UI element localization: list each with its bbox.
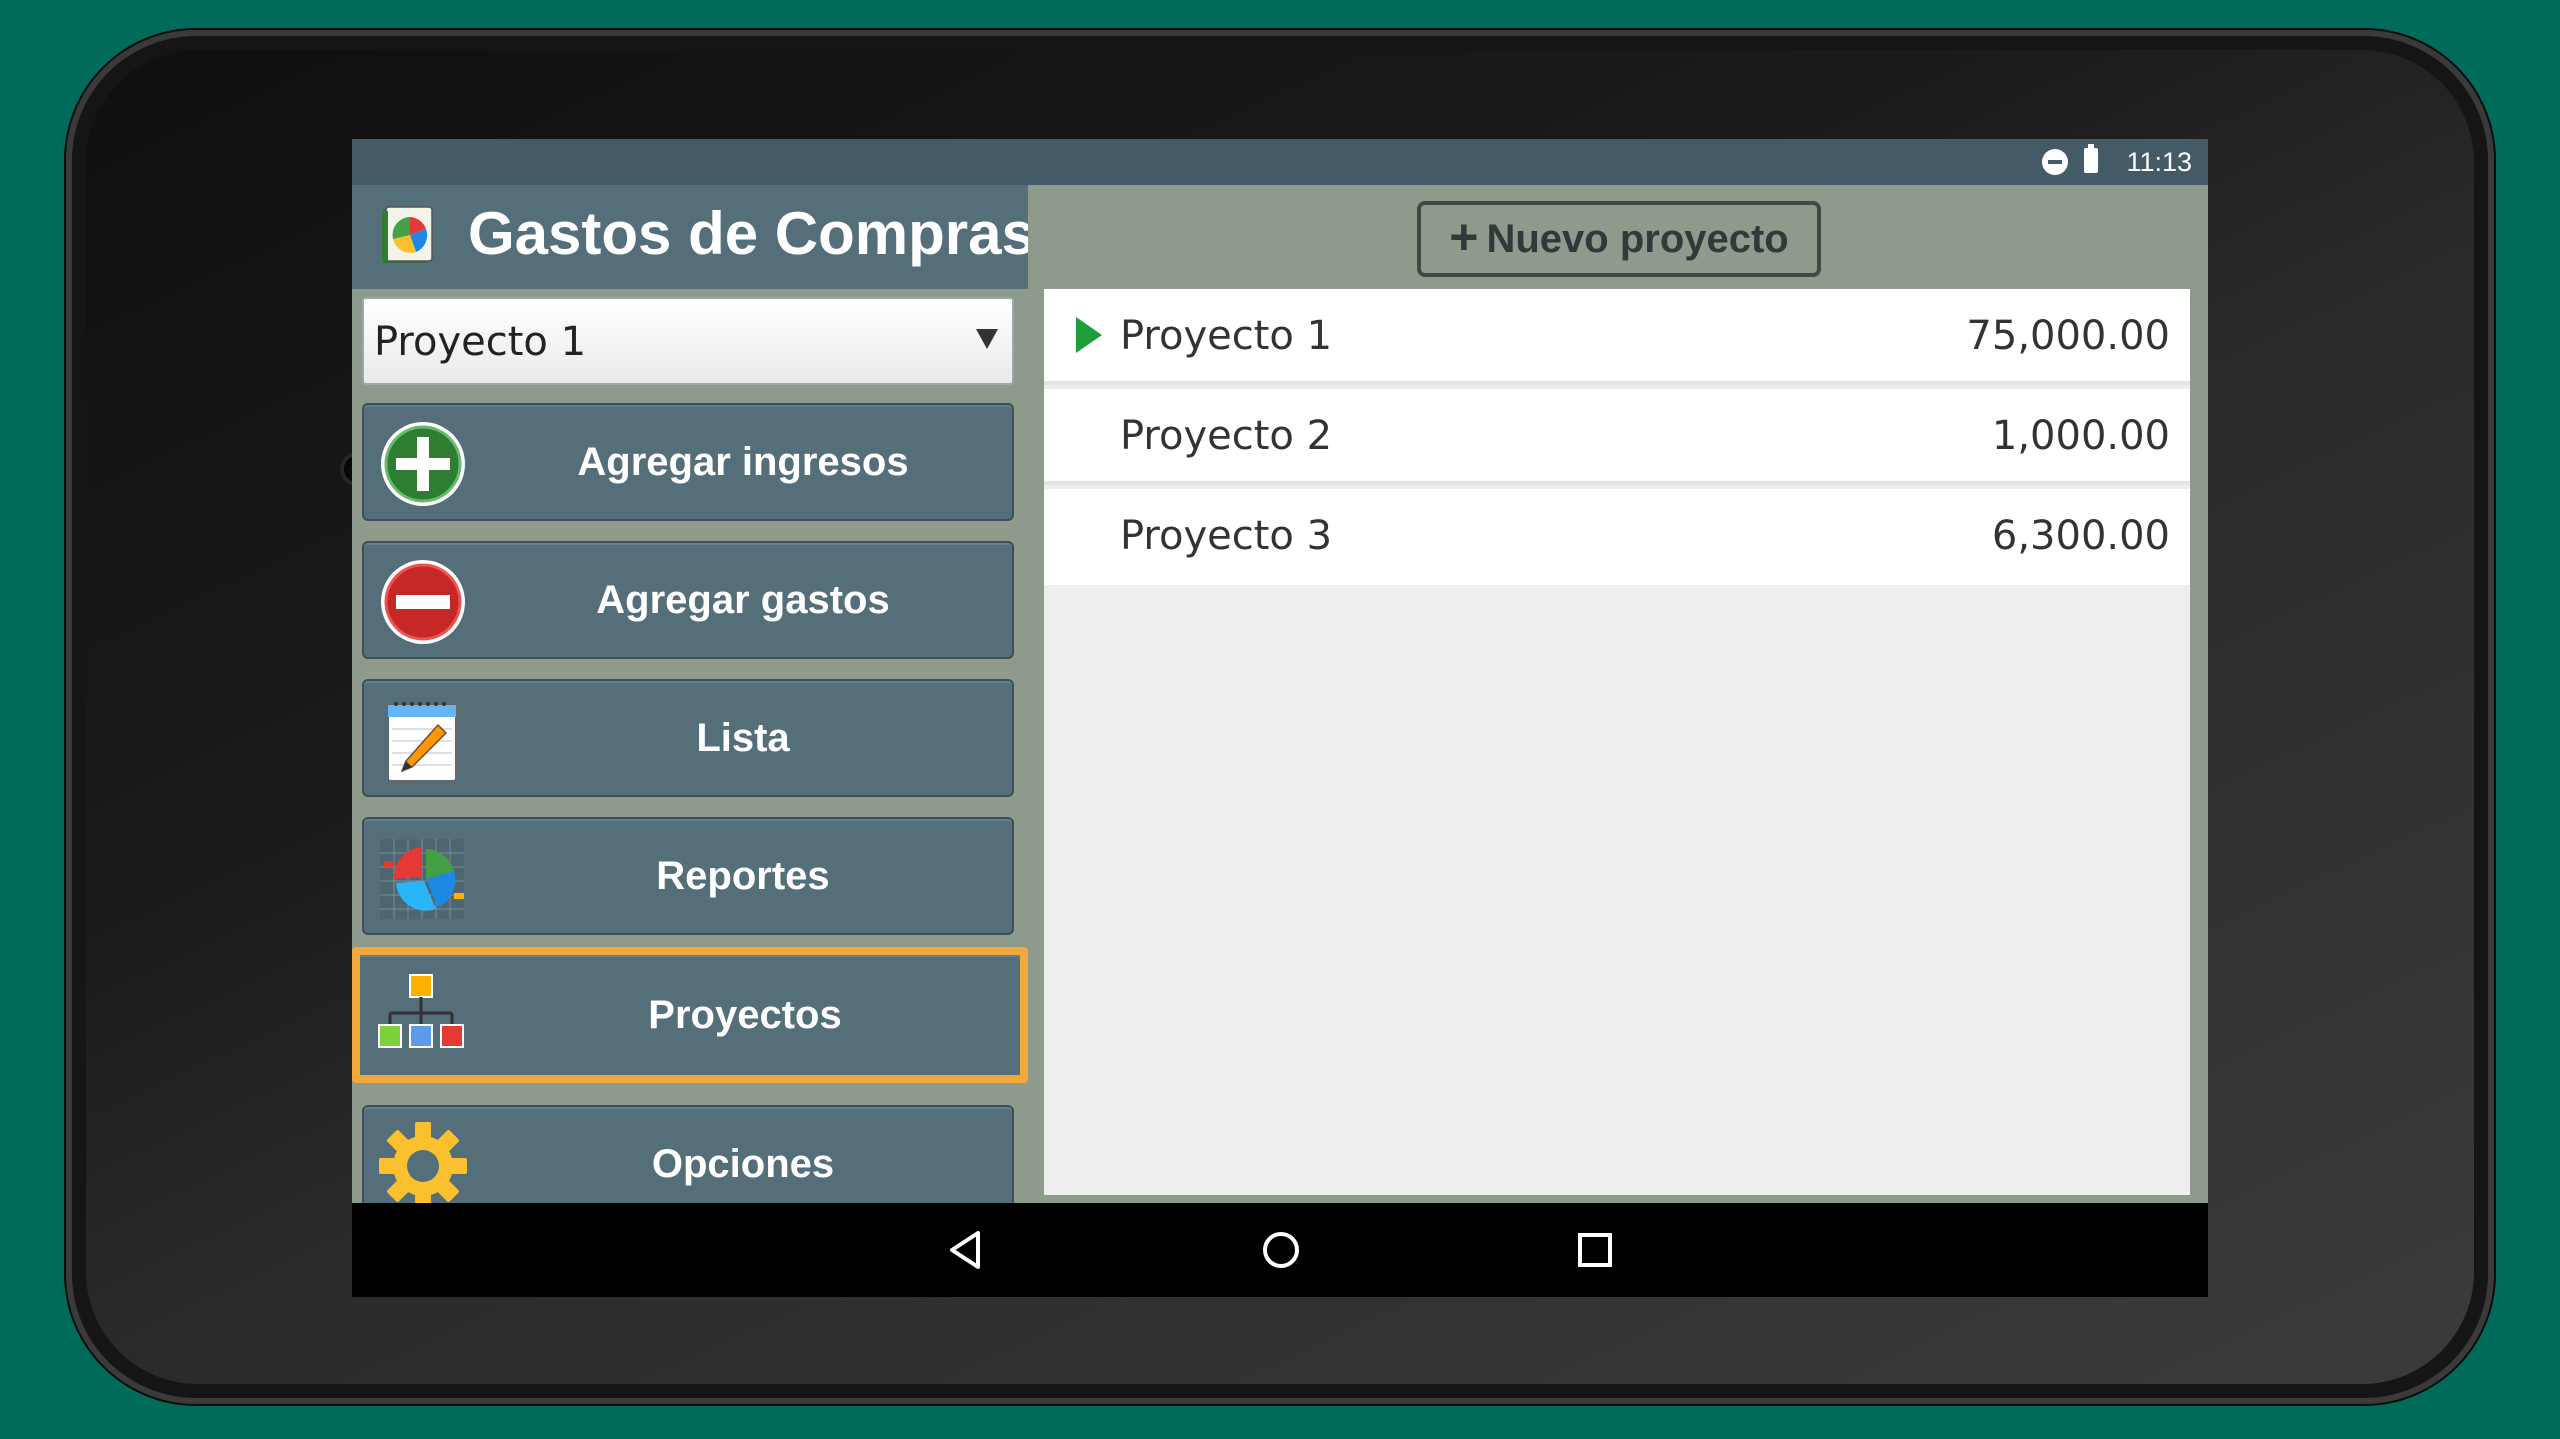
project-amount: 75,000.00 bbox=[1966, 313, 2170, 359]
project-amount: 6,300.00 bbox=[1991, 513, 2170, 559]
project-row[interactable]: Proyecto 3 6,300.00 bbox=[1044, 489, 2190, 585]
back-icon[interactable] bbox=[944, 1227, 990, 1273]
options-label: Opciones bbox=[651, 1141, 835, 1186]
device-screen: 11:13 Gastos de Compras Proyecto 1 Agreg… bbox=[352, 139, 2208, 1297]
projects-panel: + Nuevo proyecto Proyecto 1 75,000.00 Pr… bbox=[1028, 185, 2208, 1213]
reports-button[interactable]: Reportes bbox=[362, 817, 1014, 935]
selected-arrow-icon bbox=[1076, 317, 1102, 353]
project-dropdown[interactable]: Proyecto 1 bbox=[362, 297, 1014, 385]
list-button[interactable]: Lista bbox=[362, 679, 1014, 797]
sidebar: Gastos de Compras Proyecto 1 Agregar ing… bbox=[352, 185, 1028, 1213]
reports-label: Reportes bbox=[656, 853, 830, 898]
add-income-label: Agregar ingresos bbox=[577, 439, 909, 484]
project-row[interactable]: Proyecto 2 1,000.00 bbox=[1044, 389, 2190, 485]
dropdown-arrow-icon bbox=[976, 329, 998, 349]
project-name: Proyecto 3 bbox=[1120, 513, 1333, 559]
project-dropdown-value: Proyecto 1 bbox=[374, 319, 587, 365]
hierarchy-icon bbox=[378, 974, 464, 1048]
add-expense-label: Agregar gastos bbox=[596, 577, 890, 622]
add-income-icon bbox=[381, 422, 465, 506]
project-name: Proyecto 1 bbox=[1120, 313, 1333, 359]
add-income-button[interactable]: Agregar ingresos bbox=[362, 403, 1014, 521]
pie-chart-report-icon bbox=[380, 839, 464, 919]
project-amount: 1,000.00 bbox=[1991, 413, 2170, 459]
status-bar: 11:13 bbox=[352, 139, 2208, 185]
add-expense-button[interactable]: Agregar gastos bbox=[362, 541, 1014, 659]
options-button[interactable]: Opciones bbox=[362, 1105, 1014, 1213]
app-title: Gastos de Compras bbox=[468, 200, 1028, 267]
projects-label: Proyectos bbox=[648, 992, 842, 1037]
list-label: Lista bbox=[696, 715, 790, 760]
status-time: 11:13 bbox=[2126, 147, 2192, 177]
plus-icon: + bbox=[1449, 209, 1479, 265]
do-not-disturb-icon bbox=[2042, 149, 2068, 175]
gear-icon bbox=[379, 1122, 467, 1210]
project-list: Proyecto 1 75,000.00 Proyecto 2 1,000.00… bbox=[1044, 289, 2190, 1195]
new-project-button[interactable]: + Nuevo proyecto bbox=[1417, 201, 1821, 277]
notepad-pencil-icon bbox=[387, 702, 457, 782]
projects-button[interactable]: Proyectos bbox=[352, 947, 1028, 1083]
app-logo-icon bbox=[382, 206, 433, 263]
app-header: Gastos de Compras bbox=[352, 185, 1028, 289]
battery-icon bbox=[2084, 144, 2098, 173]
new-project-label: Nuevo proyecto bbox=[1486, 216, 1789, 261]
add-expense-icon bbox=[381, 560, 465, 644]
project-row[interactable]: Proyecto 1 75,000.00 bbox=[1044, 289, 2190, 385]
recent-apps-icon[interactable] bbox=[1572, 1227, 1618, 1273]
project-name: Proyecto 2 bbox=[1120, 413, 1333, 459]
system-nav-bar bbox=[352, 1203, 2208, 1297]
home-icon[interactable] bbox=[1258, 1227, 1304, 1273]
